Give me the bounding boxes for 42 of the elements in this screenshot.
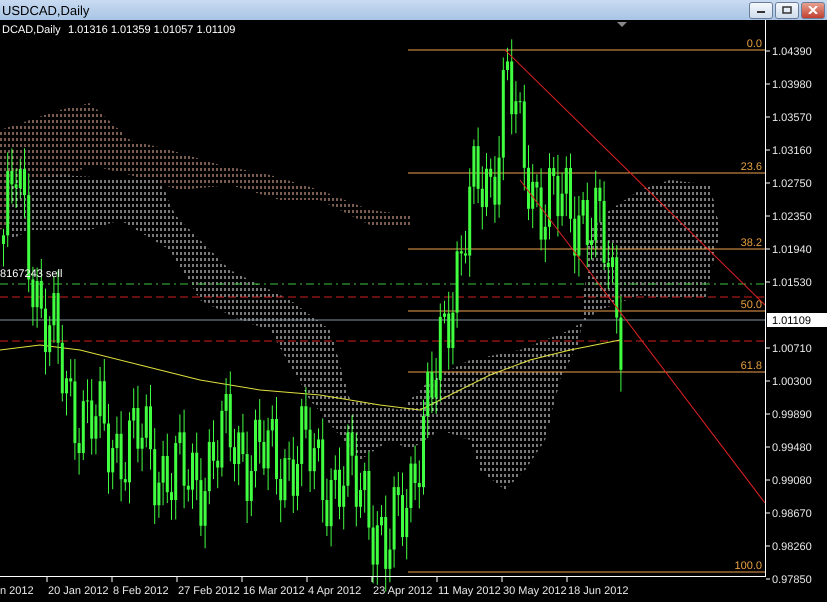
minimize-button[interactable] (749, 2, 773, 18)
price-axis-label: 1.03980 (772, 79, 812, 91)
maximize-icon (782, 6, 792, 14)
price-axis-label: 1.03160 (772, 145, 812, 157)
ohlc-values: 1.01316 1.01359 1.01057 1.01109 (68, 24, 236, 36)
price-axis-label: 1.00710 (772, 343, 812, 355)
price-axis-label: 0.99890 (772, 409, 812, 421)
price-axis-label: 1.01530 (772, 277, 812, 289)
fibonacci-level-label: 61.8 (740, 360, 762, 372)
time-axis-label: 8 Feb 2012 (113, 585, 169, 597)
price-axis-label: 1.00300 (772, 376, 812, 388)
time-axis-label: 4 Apr 2012 (308, 585, 362, 597)
close-icon (808, 6, 818, 14)
time-axis-label: 30 May 2012 (503, 585, 567, 597)
fibonacci-level-label: 0.0 (746, 38, 762, 50)
time-axis-label: 23 Apr 2012 (373, 585, 432, 597)
time-axis-label: 16 Mar 2012 (243, 585, 305, 597)
price-axis-label: 0.98260 (772, 541, 812, 553)
current-price-label: 1.01109 (767, 313, 827, 327)
time-axis-label: 20 Jan 2012 (48, 585, 109, 597)
fibonacci-level-label: 38.2 (740, 237, 762, 249)
price-axis-label: 1.04390 (772, 46, 812, 58)
price-axis-label: 1.02350 (772, 211, 812, 223)
price-axis-label: 1.03570 (772, 112, 812, 124)
chart-shift-icon[interactable] (617, 22, 627, 27)
time-axis-label: n 2012 (0, 585, 34, 597)
price-axis-label: 0.99080 (772, 475, 812, 487)
price-axis-label: 1.01940 (772, 244, 812, 256)
maximize-button[interactable] (775, 2, 799, 18)
time-axis-label: 18 Jun 2012 (568, 585, 629, 597)
price-axis-label: 0.97850 (772, 574, 812, 586)
fibonacci-level-label: 50.0 (740, 299, 762, 311)
window-title: USDCAD,Daily (1, 2, 90, 18)
price-axis-label: 0.98670 (772, 508, 812, 520)
fibonacci-level-label: 23.6 (740, 161, 762, 173)
close-button[interactable] (801, 2, 825, 18)
fibonacci-level-label: 100.0 (734, 560, 762, 572)
time-axis-label: 27 Feb 2012 (178, 585, 240, 597)
chart-symbol: DCAD,Daily (2, 24, 61, 36)
price-axis-label: 0.99480 (772, 442, 812, 454)
price-axis-label: 1.02750 (772, 178, 812, 190)
time-axis-label: 11 May 2012 (438, 585, 501, 597)
